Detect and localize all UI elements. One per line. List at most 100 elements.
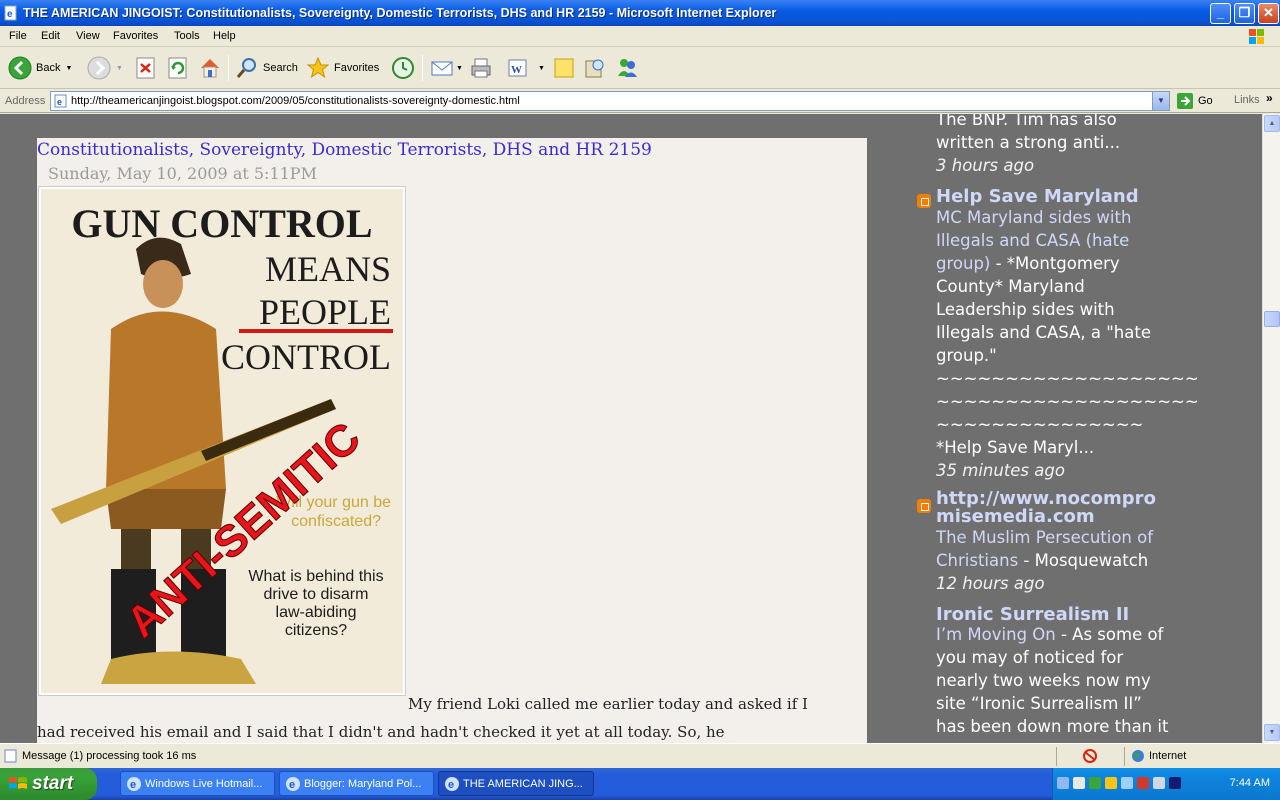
sidebar-post-link[interactable]: I’m Moving On [936,625,1056,644]
toolbar-separator [228,55,229,81]
taskbar-item-hotmail[interactable]: e Windows Live Hotmail... [120,771,275,796]
taskbar-item-blogger[interactable]: e Blogger: Maryland Pol... [279,771,434,796]
mail-dropdown-icon[interactable]: ▼ [456,65,463,72]
menu-view[interactable]: View [76,30,100,42]
vertical-scrollbar[interactable]: ▲ ▼ [1262,114,1280,743]
status-separator [1124,747,1125,766]
back-button[interactable]: Back ▼ [8,55,72,81]
menu-edit[interactable]: Edit [41,30,60,42]
discuss-button[interactable] [553,55,575,81]
toolbar-separator [422,55,423,81]
sidebar-post-link[interactable]: MC Maryland sides with [936,208,1131,227]
taskbar: start e Windows Live Hotmail... e Blogge… [0,768,1280,800]
back-dropdown-icon[interactable]: ▼ [65,65,72,72]
tray-volume-icon[interactable] [1105,777,1117,789]
back-arrow-icon [8,56,32,80]
blog-post: Constitutionalists, Sovereignty, Domesti… [37,138,867,743]
scroll-thumb[interactable] [1264,311,1280,327]
post-title-link[interactable]: Constitutionalists, Sovereignty, Domesti… [37,140,652,160]
sidebar-blog-title[interactable]: Help Save Maryland [936,186,1139,207]
post-image[interactable]: GUN CONTROL MEANS PEOPLE CONTROL Will yo… [38,186,406,696]
sidebar-snippet: group) - *Montgomery [936,254,1120,273]
star-icon [306,56,330,79]
forward-dropdown-icon[interactable]: ▼ [116,65,123,72]
refresh-button[interactable] [167,55,189,81]
links-chevron-icon[interactable]: » [1266,91,1273,105]
sidebar-post-link[interactable]: group) [936,254,990,273]
sidebar-blog-title[interactable]: misemedia.com [936,508,1095,526]
system-tray: 7:44 AM [1052,768,1280,800]
menu-tools[interactable]: Tools [174,30,200,42]
taskbar-item-label: Windows Live Hotmail... [145,778,263,790]
menu-favorites[interactable]: Favorites [113,30,158,42]
taskbar-item-jingoist[interactable]: e THE AMERICAN JING... [438,771,594,796]
go-label: Go [1198,95,1213,107]
address-dropdown-icon[interactable]: ▼ [1152,92,1169,110]
poster-question2b: drive to disarm [264,586,369,603]
sidebar-blog-title[interactable]: Ironic Surrealism II [936,604,1129,625]
status-separator [1056,747,1057,766]
stop-button[interactable] [135,55,157,81]
print-button[interactable] [469,55,493,81]
tray-network-icon[interactable] [1073,777,1085,789]
address-url: http://theamericanjingoist.blogspot.com/… [71,95,520,107]
maximize-button[interactable]: ❐ [1234,3,1255,24]
post-date: Sunday, May 10, 2009 at 5:11PM [48,164,317,183]
sidebar-snippet: site “Ironic Surrealism II” [936,694,1142,713]
poster-line1: GUN CONTROL [71,201,372,246]
forward-button[interactable]: ▼ [87,55,123,81]
close-button[interactable]: ✕ [1258,3,1279,24]
tray-security-icon[interactable] [1137,777,1149,789]
sidebar-snippet: *Help Save Maryl... [936,438,1095,457]
go-button[interactable]: Go [1176,92,1213,110]
menu-file[interactable]: File [9,30,27,42]
page-icon: e [54,94,67,108]
sidebar-post-link[interactable]: Christians [936,551,1018,570]
sidebar-snippet: written a strong anti... [936,133,1121,152]
start-button[interactable]: start [0,768,97,800]
home-button[interactable] [198,55,222,81]
menu-bar: File Edit View Favorites Tools Help [0,26,1280,47]
taskbar-item-label: THE AMERICAN JING... [463,778,583,790]
blogger-icon [917,499,931,513]
forward-arrow-icon [87,56,111,80]
mail-button[interactable]: ▼ [430,55,463,81]
go-arrow-icon [1177,93,1193,109]
research-button[interactable] [583,55,605,81]
post-body-line1: My friend Loki called me earlier today a… [408,695,808,713]
poster-line3: PEOPLE [259,292,391,332]
menu-help[interactable]: Help [213,30,236,42]
sidebar-post-link[interactable]: Illegals and CASA (hate [936,231,1129,250]
standard-toolbar: Back ▼ ▼ Search Favorites ▼ W ▼ [0,47,1280,89]
sidebar-snippet-text: - Mosquewatch [1018,551,1149,570]
windows-logo-icon [1249,29,1264,44]
messenger-button[interactable] [615,55,639,81]
minimize-button[interactable]: _ [1210,3,1231,24]
poster-question2a: What is behind this [248,568,383,585]
tray-signal-icon[interactable] [1089,777,1101,789]
sidebar-snippet: Illegals and CASA, a "hate [936,323,1151,342]
address-input[interactable]: e http://theamericanjingoist.blogspot.co… [50,91,1170,111]
scroll-down-button[interactable]: ▼ [1264,724,1280,741]
title-bar: e THE AMERICAN JINGOIST: Constitutionali… [0,0,1280,26]
home-icon [201,59,219,78]
popup-blocked-icon[interactable] [1082,749,1098,763]
post-body-line2: had received his email and I said that I… [37,723,725,741]
ie-icon: e [286,777,300,791]
edit-dropdown-icon[interactable]: ▼ [538,65,545,72]
search-label: Search [263,62,298,74]
back-label: Back [36,62,61,74]
favorites-label: Favorites [334,62,380,74]
tray-expand-icon[interactable] [1057,777,1069,789]
favorites-button[interactable]: Favorites [306,55,379,81]
links-button[interactable]: Links [1234,94,1260,106]
tray-app-icon[interactable] [1153,777,1165,789]
tray-display-icon[interactable] [1169,777,1181,789]
history-button[interactable] [391,55,415,81]
scroll-up-button[interactable]: ▲ [1264,115,1280,132]
search-button[interactable]: Search [235,55,298,81]
edit-button[interactable]: W ▼ [507,55,545,81]
svg-text:e: e [448,779,454,791]
sidebar-post-link[interactable]: The Muslim Persecution of [936,528,1153,547]
tray-bluetooth-icon[interactable] [1121,777,1133,789]
